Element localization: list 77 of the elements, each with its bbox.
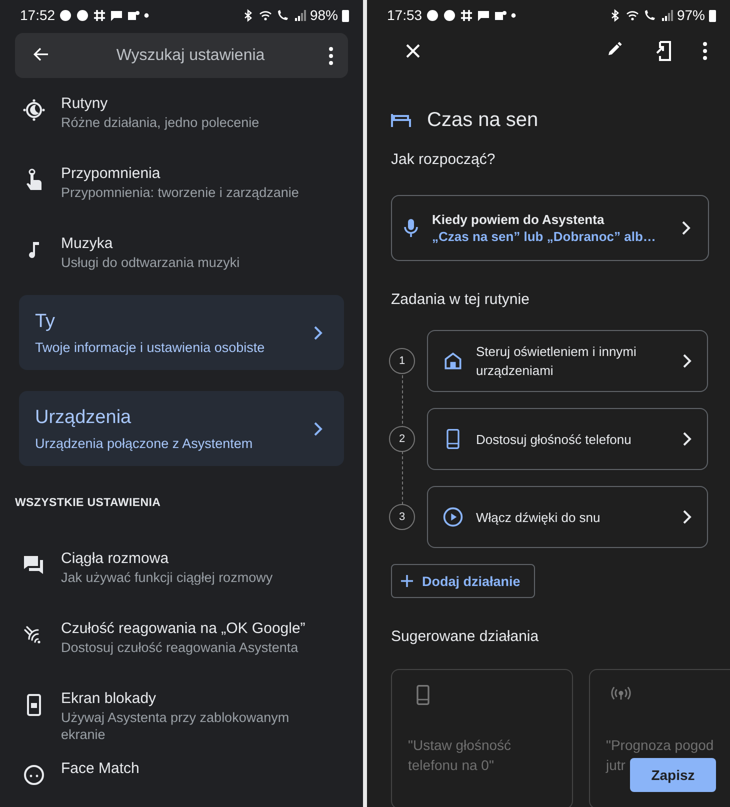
item-title: Face Match [61,759,140,779]
search-bar[interactable]: Wyszukaj ustawienia [15,33,348,78]
trigger-card[interactable]: Kiedy powiem do Asystenta „Czas na sen” lub „Dobranoc” alb… [391,195,709,261]
wifi-call-icon [276,8,289,22]
settings-card[interactable]: Urządzenia Urządzenia połączone z Asystentem [19,391,344,466]
task-card[interactable]: Steruj oświetleniem i innymi urządzeniami [427,330,708,392]
chevron-right-icon [312,326,324,340]
settings-item[interactable]: Face Match [0,759,363,807]
wifi-icon [626,8,639,22]
battery-icon [342,8,349,22]
item-title: Ciągła rozmowa [61,549,170,569]
item-title: Ekran blokady [61,689,158,709]
message-icon [110,8,124,22]
settings-item[interactable]: Ekran blokady Używaj Asystenta przy zablokowanym ekranie [0,689,363,759]
battery-icon [709,8,716,22]
play-icon [442,506,464,528]
step-number: 1 [389,348,415,374]
dot-icon [144,12,150,18]
settings-item[interactable]: Przypomnienia Przypomnienia: tworzenie i zarządzanie [0,164,363,234]
task-card[interactable]: Dostosuj głośność telefonu [427,408,708,470]
close-icon [405,43,421,59]
moon-sun-icon [22,98,46,122]
bed-icon [391,112,411,128]
dot-icon [511,12,516,18]
more-options-icon [702,41,708,61]
message-icon [477,8,490,22]
section-heading: Jak rozpocząć? [391,151,496,168]
trigger-phrase: „Czas na sen” lub „Dobranoc” alb… [432,228,657,245]
search-input[interactable]: Wyszukaj ustawienia [57,46,324,66]
item-subtitle: Używaj Asystenta przy zablokowanym ekranie [61,709,290,743]
task-card[interactable]: Włącz dźwięki do snu [427,486,708,548]
chevron-right-icon [312,422,324,436]
wifi-icon [258,8,272,22]
card-title: Urządzenia [35,406,132,430]
item-title: Muzyka [61,234,114,254]
card-subtitle: Urządzenia połączone z Asystentem [35,434,254,452]
add-action-button[interactable]: Dodaj działanie [391,564,536,598]
item-subtitle: Przypomnienia: tworzenie i zarządzanie [61,184,299,201]
step-number: 2 [389,426,415,452]
chevron-right-icon [681,432,693,446]
item-title: Czułość reagowania na „OK Google” [61,619,306,639]
chevron-right-icon [681,354,693,368]
item-title: Przypomnienia [61,164,162,184]
signal-icon [660,8,673,22]
status-time: 17:52 [20,7,56,23]
chevron-right-icon [680,221,692,235]
microphone-icon [404,218,418,238]
settings-item[interactable]: Ciągła rozmowa Jak używać funkcji ciągłej rozmowy [0,549,363,619]
item-title: Rutyny [61,94,109,114]
settings-item[interactable]: Czułość reagowania na „OK Google” Dostosuj czułość reagowania Asystenta [0,619,363,689]
item-subtitle: Różne działania, jedno polecenie [61,114,260,131]
signal-icon [292,8,306,22]
house-icon [442,350,464,372]
more-options-icon [328,46,334,66]
item-subtitle: Dostosuj czułość reagowania Asystenta [61,639,300,656]
section-heading: Zadania w tej rutynie [391,291,530,308]
battery-percentage: 98% [310,7,338,23]
section-heading: Sugerowane działania [391,628,540,645]
item-subtitle: Jak używać funkcji ciągłej rozmowy [61,569,273,586]
phone-arrow-icon [654,40,674,62]
settings-card[interactable]: Ty Twoje informacje i ustawienia osobiste [19,295,344,370]
section-header: WSZYSTKIE USTAWIENIA [15,497,162,509]
card-title: Ty [35,310,56,334]
wifi-call-icon [642,8,656,22]
card-subtitle: Twoje informacje i ustawienia osobiste [35,338,266,356]
status-time: 17:53 [387,7,422,23]
settings-item[interactable]: Rutyny Różne działania, jedno polecenie [0,94,363,164]
trigger-title: Kiedy powiem do Asystenta [432,211,606,228]
routine-title: Czas na sen [427,108,538,132]
battery-percentage: 97% [676,7,705,23]
step-number: 3 [389,504,415,530]
item-subtitle: Usługi do odtwarzania muzyki [61,254,240,271]
suggestion-text: "Ustaw głośność telefonu na 0" [408,736,512,775]
chat-icon [22,553,46,577]
chevron-right-icon [681,510,693,524]
plus-icon [400,574,414,588]
face-outline-icon [22,763,46,787]
